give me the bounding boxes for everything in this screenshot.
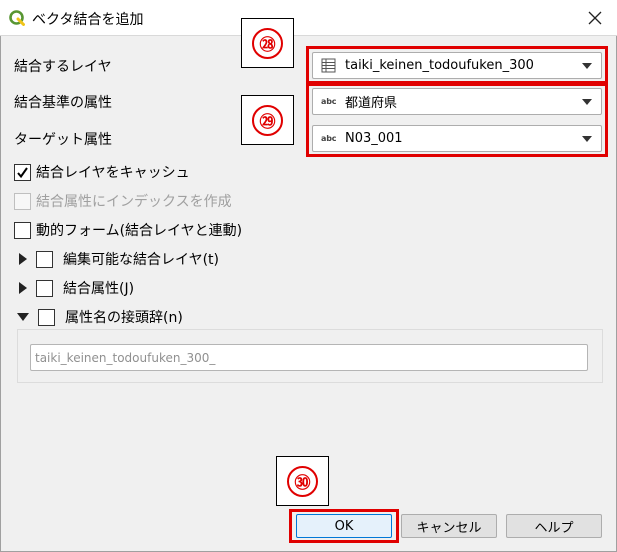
expand-arrow-icon[interactable] — [19, 282, 27, 294]
close-icon — [588, 11, 602, 25]
target-field-label: ターゲット属性 — [14, 132, 112, 148]
window-title: ベクタ結合を追加 — [32, 12, 144, 28]
dynamic-form-option[interactable]: 動的フォーム(結合レイヤと連動) — [14, 220, 242, 240]
join-field-label: 結合基準の属性 — [14, 95, 112, 111]
title-bar: ベクタ結合を追加 — [0, 0, 617, 36]
joined-fields-checkbox[interactable] — [36, 279, 53, 297]
joined-fields-label: 結合属性(J) — [63, 281, 135, 297]
collapse-arrow-icon[interactable] — [17, 313, 29, 321]
dynamic-form-label: 動的フォーム(結合レイヤと連動) — [36, 223, 243, 239]
field-prefix-input[interactable] — [30, 344, 588, 371]
highlight-join-layer — [306, 46, 608, 84]
create-index-checkbox — [14, 192, 31, 210]
create-index-option: 結合属性にインデックスを作成 — [14, 191, 232, 211]
close-button[interactable] — [581, 4, 609, 32]
highlight-fields — [306, 83, 608, 157]
qgis-logo-icon — [9, 10, 25, 26]
joined-fields-group[interactable]: 結合属性(J) — [19, 278, 134, 298]
dynamic-form-checkbox[interactable] — [14, 221, 31, 239]
expand-arrow-icon[interactable] — [19, 253, 27, 265]
annotation-30: ㉚ — [276, 456, 329, 506]
cancel-button[interactable]: キャンセル — [401, 514, 497, 538]
help-button[interactable]: ヘルプ — [506, 514, 602, 538]
cache-join-layer-option[interactable]: 結合レイヤをキャッシュ — [14, 162, 190, 182]
dialog-body: 結合するレイヤ taiki_keinen_todoufuken_300 結合基準… — [0, 18, 617, 552]
editable-join-layer-group[interactable]: 編集可能な結合レイヤ(t) — [19, 249, 219, 269]
create-index-label: 結合属性にインデックスを作成 — [36, 194, 232, 210]
join-layer-label: 結合するレイヤ — [14, 59, 112, 75]
field-prefix-panel — [17, 329, 603, 383]
editable-join-layer-checkbox[interactable] — [36, 250, 53, 268]
field-prefix-label: 属性名の接頭辞(n) — [65, 310, 183, 326]
checkmark-icon — [17, 166, 28, 178]
cache-label: 結合レイヤをキャッシュ — [36, 165, 190, 181]
field-prefix-group[interactable]: 属性名の接頭辞(n) — [17, 307, 183, 327]
annotation-29: ㉙ — [241, 95, 294, 145]
cache-checkbox[interactable] — [14, 163, 31, 181]
ok-button[interactable]: OK — [296, 514, 392, 538]
annotation-28: ㉘ — [241, 18, 294, 68]
editable-join-layer-label: 編集可能な結合レイヤ(t) — [63, 252, 219, 268]
field-prefix-checkbox[interactable] — [38, 308, 55, 326]
